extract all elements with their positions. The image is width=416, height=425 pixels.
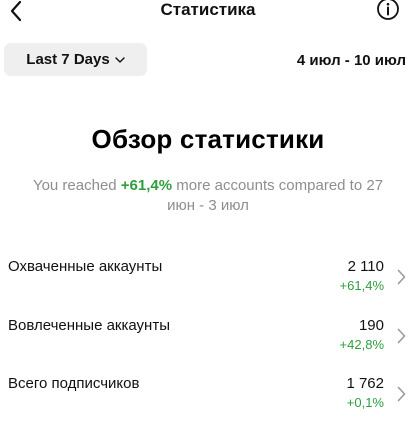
chevron-right-icon <box>394 384 408 404</box>
top-bar: Статистика <box>0 0 416 32</box>
metric-row-engaged-accounts[interactable]: Вовлеченные аккаунты 190 +42,8% <box>0 316 416 366</box>
metric-label: Всего подписчиков <box>8 375 140 392</box>
info-icon <box>377 0 399 20</box>
metric-label: Вовлеченные аккаунты <box>8 317 170 334</box>
metric-change: +0,1% <box>346 395 384 410</box>
metric-value: 190 <box>358 317 384 334</box>
period-dropdown-label: Last 7 Days <box>26 51 110 68</box>
chevron-right-icon <box>394 267 408 287</box>
period-dropdown[interactable]: Last 7 Days <box>4 43 147 76</box>
overview-subtitle-highlight: +61,4% <box>120 177 173 194</box>
metric-row-reached-accounts[interactable]: Охваченные аккаунты 2 110 +61,4% <box>0 257 416 307</box>
metric-value: 1 762 <box>346 375 384 392</box>
chevron-right-icon <box>394 326 408 346</box>
metric-label: Охваченные аккаунты <box>8 258 163 275</box>
info-button[interactable] <box>376 0 400 21</box>
overview-subtitle-suffix: more accounts compared to 27 июн - 3 июл <box>167 177 384 214</box>
chevron-down-icon <box>114 56 125 63</box>
metric-value: 2 110 <box>347 258 384 275</box>
date-range: 4 июл - 10 июл <box>296 52 406 69</box>
overview-title: Обзор статистики <box>91 124 325 154</box>
metric-change: +42,8% <box>339 337 384 352</box>
screen-title: Статистика <box>160 0 256 19</box>
metric-row-total-followers[interactable]: Всего подписчиков 1 762 +0,1% <box>0 374 416 424</box>
metric-change: +61,4% <box>339 278 384 293</box>
overview-subtitle: You reached +61,4% more accounts compare… <box>20 176 396 216</box>
overview-subtitle-prefix: You reached <box>32 177 121 194</box>
filter-row: Last 7 Days 4 июл - 10 июл <box>0 40 416 80</box>
